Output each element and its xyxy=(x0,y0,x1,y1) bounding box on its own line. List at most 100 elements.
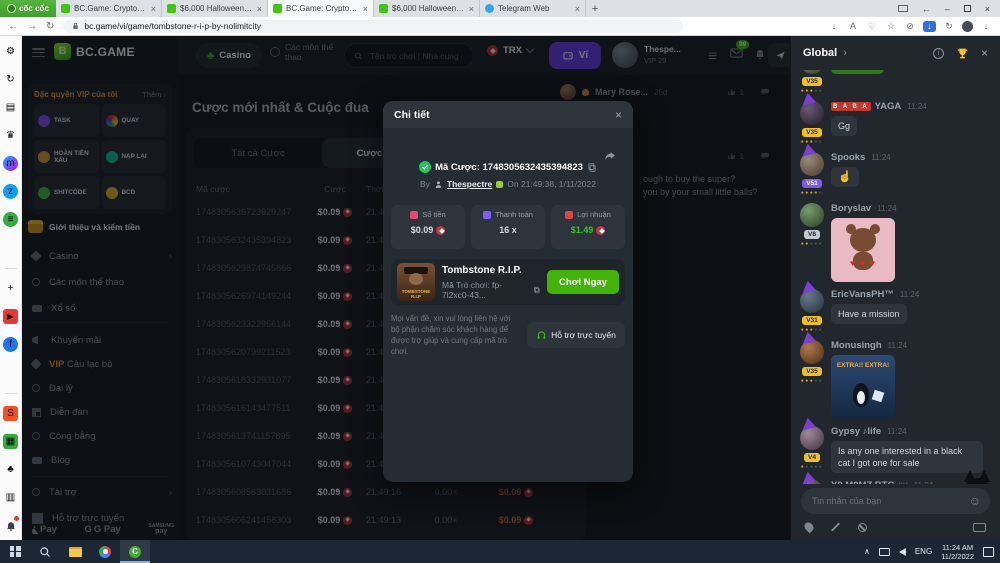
file-explorer-icon[interactable] xyxy=(60,540,90,563)
chat-username[interactable]: YAGA xyxy=(875,101,902,112)
browser-tab[interactable]: Telegram Web × xyxy=(480,0,586,17)
start-button[interactable] xyxy=(0,540,30,563)
play-now-button[interactable]: Chơi Ngay xyxy=(547,270,619,294)
avatar[interactable] xyxy=(800,289,824,313)
browser-tab[interactable]: BC.Game: Crypto Casino Gan × xyxy=(56,0,162,17)
strip-icon[interactable]: S xyxy=(3,406,18,421)
taskbar-search-icon[interactable] xyxy=(30,540,60,563)
network-icon[interactable] xyxy=(879,548,890,556)
address-bar[interactable]: bc.game/vi/game/tombstone-r-i-p-by-nolim… xyxy=(63,20,683,33)
strip-icon[interactable]: ▦ xyxy=(3,434,18,449)
chat-message[interactable]: V4 ●●●●● Gypsy ♪life 11:24 Is any one in… xyxy=(791,426,1000,473)
strip-icon[interactable]: ⚙ xyxy=(3,44,18,59)
tab-close-icon[interactable]: × xyxy=(363,4,368,14)
fairness-icon[interactable] xyxy=(858,523,867,532)
toolbar-action-icon[interactable]: ♡ xyxy=(866,21,878,32)
chrome-icon[interactable] xyxy=(90,540,120,563)
chat-room-selector[interactable]: Global xyxy=(803,47,837,59)
avatar[interactable] xyxy=(800,70,824,74)
chat-username[interactable]: Boryslav xyxy=(831,203,871,214)
volume-icon[interactable] xyxy=(899,548,906,556)
toolbar-action-icon[interactable]: ⊘ xyxy=(904,21,916,32)
chat-username[interactable]: Monusingh xyxy=(831,340,882,351)
rules-icon[interactable] xyxy=(831,522,840,531)
strip-icon[interactable]: ♣ xyxy=(3,462,18,477)
tray-expand-icon[interactable]: ∧ xyxy=(864,547,870,556)
chat-message[interactable]: V35 ●●●●● B A B A YAGA 11:24 Gg xyxy=(791,101,1000,145)
strip-icon[interactable]: ♛ xyxy=(3,128,18,143)
copy-icon[interactable] xyxy=(533,285,541,295)
new-tab-button[interactable]: + xyxy=(586,0,604,17)
browser-tab[interactable]: $6,000 Halloween Slot Battl × xyxy=(162,0,268,17)
player-name[interactable]: Thespectre xyxy=(447,179,492,189)
toolbar-action-icon[interactable]: ↻ xyxy=(943,21,955,32)
copy-icon[interactable] xyxy=(587,162,597,173)
strip-icon[interactable] xyxy=(3,240,18,255)
toolbar-action-icon[interactable]: ↓ xyxy=(923,21,936,32)
avatar[interactable] xyxy=(800,426,824,450)
action-center-icon[interactable] xyxy=(983,547,994,557)
browser-tab[interactable]: $6,000 Halloween Slot Battl × xyxy=(374,0,480,17)
chat-message[interactable]: V31 ●●●●● EricVansPH™ 11:24 Have a missi… xyxy=(791,289,1000,333)
chat-username[interactable]: Gypsy ♪life xyxy=(831,426,881,437)
close-window-button[interactable]: × xyxy=(985,4,990,14)
share-tab-icon[interactable]: ← xyxy=(922,4,931,14)
chat-username[interactable]: Y0 M0MZ BTC xyxy=(831,480,894,484)
toolbar-action-icon[interactable] xyxy=(962,21,973,32)
chat-input[interactable]: ☺ xyxy=(801,488,990,514)
toolbar-action-icon[interactable]: ☆ xyxy=(885,21,897,32)
emoji-icon[interactable]: ☺ xyxy=(969,494,981,508)
chat-username[interactable]: Spooks xyxy=(831,152,865,163)
message-input[interactable] xyxy=(810,495,963,507)
strip-icon[interactable]: ≡ xyxy=(3,212,18,227)
coccoc-brand[interactable]: cốc cốc xyxy=(0,0,56,17)
strip-icon[interactable]: z xyxy=(3,184,18,199)
clock[interactable]: 11:24 AM11/2/2022 xyxy=(941,543,974,561)
screen: cốc cốc BC.Game: Crypto Casino Gan × $6,… xyxy=(0,0,1000,563)
info-icon[interactable]: i xyxy=(933,48,944,59)
tab-search-icon[interactable] xyxy=(898,5,908,12)
close-chat-icon[interactable]: × xyxy=(981,46,988,60)
toolbar-action-icon[interactable]: ↓ xyxy=(828,21,840,31)
language-indicator[interactable]: ENG xyxy=(915,547,932,556)
notification-bell-icon[interactable] xyxy=(3,518,18,533)
strip-icon[interactable]: f xyxy=(3,337,18,352)
rain-icon[interactable] xyxy=(803,521,816,534)
avatar[interactable] xyxy=(800,340,824,364)
chat-message[interactable]: V35 ●●●●● Monusingh 11:24 xyxy=(791,340,1000,419)
maximize-button[interactable] xyxy=(964,5,971,12)
chat-message[interactable]: V8 ●●●●● Boryslav 11:24 xyxy=(791,203,1000,282)
chat-message[interactable]: V51 ●●●●● Spooks 11:24 ☝ xyxy=(791,152,1000,196)
avatar[interactable] xyxy=(800,203,824,227)
toolbar-action-icon[interactable]: A xyxy=(847,21,859,31)
forward-button[interactable]: → xyxy=(27,21,37,32)
strip-icon[interactable]: + xyxy=(3,281,18,296)
tab-close-icon[interactable]: × xyxy=(151,4,156,14)
game-thumbnail[interactable]: TOMBSTONE R.I.P xyxy=(397,263,435,301)
avatar[interactable] xyxy=(800,101,824,125)
back-button[interactable]: ← xyxy=(8,21,18,32)
tab-close-icon[interactable]: × xyxy=(575,4,580,14)
strip-icon[interactable]: m xyxy=(3,156,18,171)
strip-icon[interactable]: ▤ xyxy=(3,100,18,115)
bet-timestamp: On 21:49:38, 1/11/2022 xyxy=(507,179,596,189)
chat-username[interactable]: EricVansPH™ xyxy=(831,289,894,300)
tab-close-icon[interactable]: × xyxy=(469,4,474,14)
strip-icon[interactable] xyxy=(3,365,18,380)
reload-button[interactable]: ↻ xyxy=(46,21,54,32)
strip-icon[interactable]: ▥ xyxy=(3,490,18,505)
minimize-button[interactable]: – xyxy=(945,4,950,14)
avatar[interactable] xyxy=(800,480,824,484)
strip-icon[interactable]: ▶ xyxy=(3,309,18,324)
trophy-icon[interactable] xyxy=(956,47,969,60)
toolbar-action-icon[interactable]: ↓ xyxy=(980,21,992,31)
close-icon[interactable]: × xyxy=(615,108,622,122)
keyboard-icon[interactable] xyxy=(973,523,986,532)
avatar[interactable] xyxy=(800,152,824,176)
browser-tab[interactable]: BC.Game: Crypto Casino Gan × xyxy=(268,0,374,17)
coccoc-taskbar-icon[interactable]: C xyxy=(120,540,150,563)
strip-icon[interactable]: ↻ xyxy=(3,72,18,87)
live-support-button[interactable]: Hỗ trợ trực tuyến xyxy=(527,322,625,348)
tab-close-icon[interactable]: × xyxy=(257,4,262,14)
chat-message[interactable]: V35 ●●●●● Mr roboto xyxy=(791,70,1000,94)
